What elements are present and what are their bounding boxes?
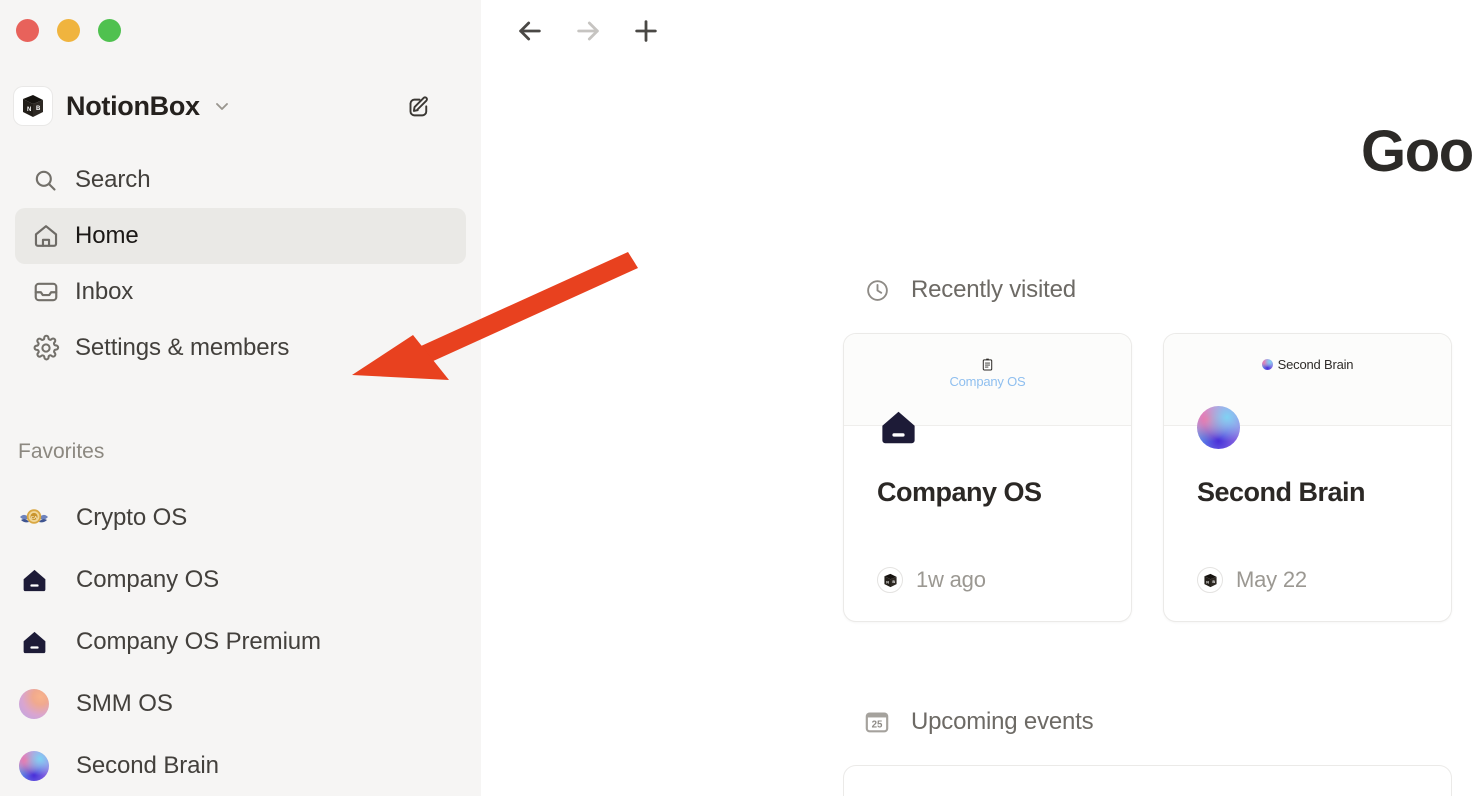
section-title: Recently visited [911,276,1076,303]
card-preview-title: Company OS [949,374,1026,389]
house-icon [877,406,920,449]
card-title: Company OS [877,477,1042,507]
favorite-item-label: SMM OS [76,690,173,717]
card-footer: N B May 22 [1197,567,1307,593]
peach-gradient-sphere-icon [17,689,51,719]
notionbox-cube-logo: N B [877,567,903,593]
favorite-item-label: Company OS Premium [76,628,321,655]
sidebar-item-home[interactable]: Home [15,208,466,264]
window-traffic-lights [16,19,121,42]
recent-card-company-os[interactable]: Company OS Company OS N B 1w ago [843,333,1132,622]
sidebar-item-label: Search [75,166,151,193]
home-icon [32,222,66,250]
favorite-item-company-os[interactable]: Company OS [15,549,466,611]
workspace-switcher[interactable]: N B NotionBox [14,82,464,130]
recently-visited-cards: Company OS Company OS N B 1w ago Second … [843,333,1452,622]
svg-text:CA: CA [31,515,38,520]
zoom-window-button[interactable] [98,19,121,42]
page-title: Goo [1361,119,1474,184]
favorite-item-label: Company OS [76,566,220,593]
recently-visited-header: Recently visited [863,276,1076,304]
clock-icon [863,276,891,304]
compose-icon[interactable] [404,92,434,122]
forward-button[interactable] [569,12,607,50]
svg-text:N: N [1206,580,1209,584]
favorite-item-smm-os[interactable]: SMM OS [15,673,466,735]
notionbox-cube-logo: N B [14,87,52,125]
search-icon [32,167,66,194]
card-timestamp: 1w ago [916,567,986,592]
navigation-toolbar [511,12,665,50]
main-content: Goo Recently visited Company OS Company … [481,0,1480,796]
gear-icon [32,334,66,362]
svg-text:B: B [892,579,895,583]
tiny-page-icon [982,357,993,371]
sidebar-item-label: Inbox [75,278,134,305]
minimize-window-button[interactable] [57,19,80,42]
section-title: Upcoming events [911,708,1094,735]
favorite-item-company-os-premium[interactable]: Company OS Premium [15,611,466,673]
sidebar-item-label: Home [75,222,139,249]
house-icon [17,566,51,595]
svg-text:N: N [27,107,31,113]
favorites-section-header: Favorites [18,440,105,463]
favorite-item-label: Second Brain [76,752,219,779]
notionbox-cube-logo: N B [1197,567,1223,593]
favorites-list: CA Crypto OS Company OS Company OS Premi… [0,487,481,796]
winged-coin-icon: CA [17,503,51,533]
new-page-button[interactable] [627,12,665,50]
recent-card-second-brain[interactable]: Second Brain Second Brain N B May 22 [1163,333,1452,622]
svg-text:N: N [886,580,889,584]
app-window: N B NotionBox Search Home Inbox Settings… [0,0,1480,796]
svg-text:B: B [36,106,41,112]
house-icon [17,628,51,657]
rainbow-gradient-sphere-icon [1197,406,1240,449]
favorite-item-crypto-os[interactable]: CA Crypto OS [15,487,466,549]
sidebar-item-search[interactable]: Search [15,152,466,208]
inbox-icon [32,278,66,306]
svg-text:B: B [1212,579,1215,583]
sidebar-item-settings-members[interactable]: Settings & members [15,320,466,376]
calendar-25-icon: 25 [863,708,891,736]
card-title: Second Brain [1197,477,1366,507]
svg-text:25: 25 [872,720,883,731]
favorite-item-second-brain[interactable]: Second Brain [15,735,466,796]
card-timestamp: May 22 [1236,567,1307,592]
upcoming-events-card[interactable] [843,765,1452,796]
card-footer: N B 1w ago [877,567,986,593]
sidebar-nav: Search Home Inbox Settings & members [0,152,481,376]
upcoming-events-header: 25 Upcoming events [863,708,1094,736]
sidebar: N B NotionBox Search Home Inbox Settings… [0,0,481,796]
rainbow-gradient-sphere-icon [17,751,51,781]
card-preview-title: Second Brain [1277,357,1354,372]
sidebar-item-label: Settings & members [75,334,290,361]
workspace-name: NotionBox [66,90,200,121]
back-button[interactable] [511,12,549,50]
chevron-down-icon[interactable] [212,96,232,116]
favorite-item-label: Crypto OS [76,504,188,531]
rainbow-gradient-sphere-icon [1261,358,1273,372]
sidebar-item-inbox[interactable]: Inbox [15,264,466,320]
close-window-button[interactable] [16,19,39,42]
